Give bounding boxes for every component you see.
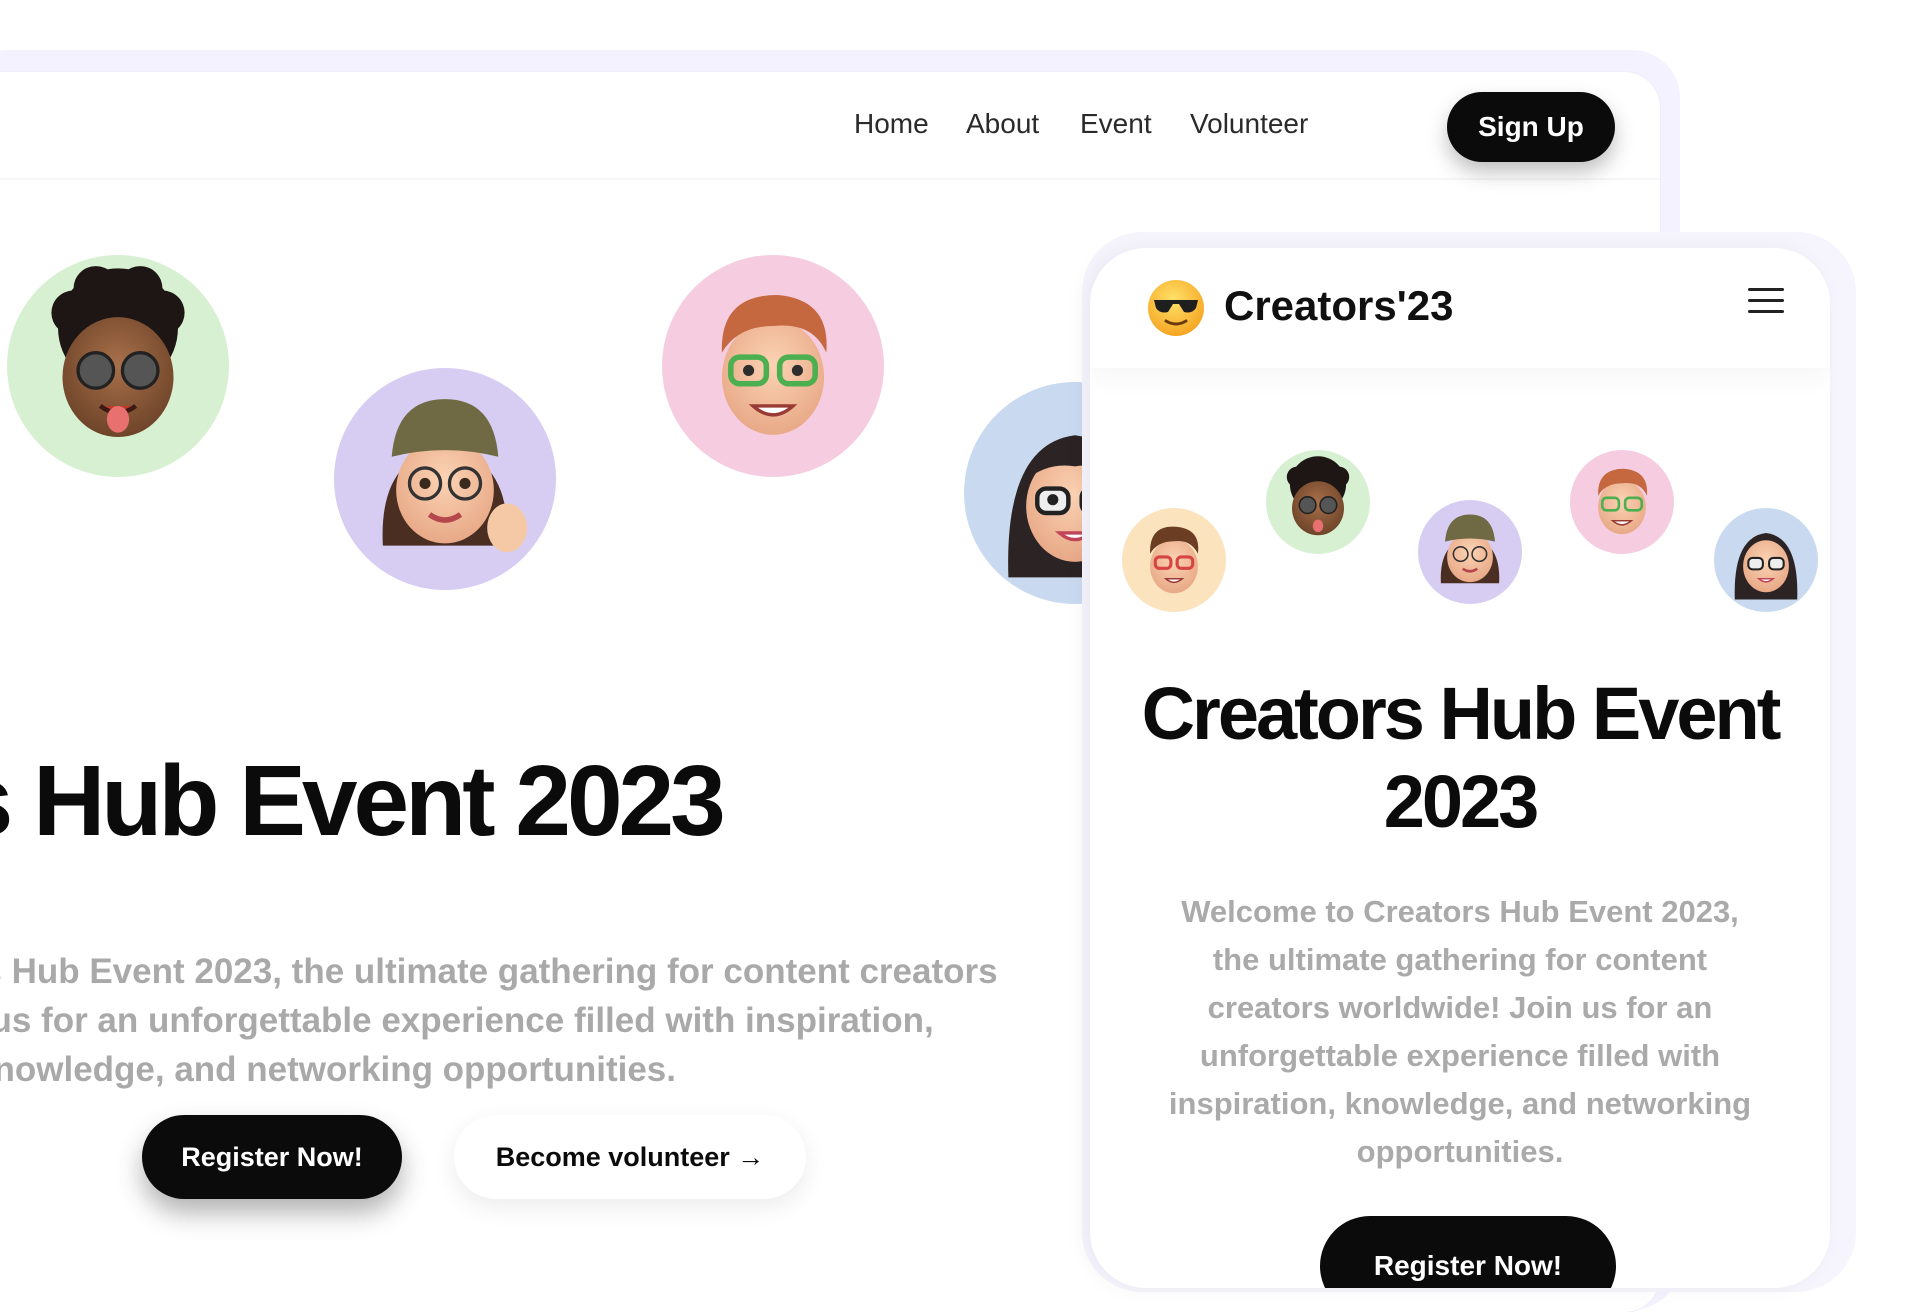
nav-link-about[interactable]: About	[966, 108, 1039, 140]
sunglasses-emoji-icon	[1146, 278, 1206, 338]
mobile-mockup: Creators'23 Creators Hub Event 2023 Welc…	[1090, 248, 1830, 1288]
hero-title: Creators Hub Event 2023	[0, 745, 726, 857]
desktop-navbar: Home About Event Volunteer Sign Up	[0, 72, 1660, 180]
signup-button[interactable]: Sign Up	[1447, 92, 1615, 162]
red-hair-green-glasses-avatar	[662, 255, 884, 477]
nav-link-event[interactable]: Event	[1080, 108, 1152, 140]
nav-link-home[interactable]: Home	[854, 108, 929, 140]
curly-hair-sunglasses-avatar	[7, 255, 229, 477]
become-volunteer-button[interactable]: Become volunteer →	[454, 1115, 806, 1199]
nav-link-volunteer[interactable]: Volunteer	[1190, 108, 1308, 140]
brand-name: Creators'23	[1224, 282, 1454, 329]
hero-description: Welcome to Creators Hub Event 2023, the …	[0, 952, 998, 1089]
mobile-long-hair-glasses-avatar	[1714, 508, 1818, 612]
beanie-glasses-avatar	[334, 368, 556, 590]
mobile-header: Creators'23	[1090, 248, 1830, 368]
mobile-register-button[interactable]: Register Now!	[1320, 1216, 1616, 1288]
mobile-red-hair-green-glasses-avatar	[1570, 450, 1674, 554]
hamburger-menu-icon[interactable]	[1748, 288, 1784, 318]
mobile-curly-hair-sunglasses-avatar	[1266, 450, 1370, 554]
mobile-beanie-glasses-avatar	[1418, 500, 1522, 604]
register-now-button[interactable]: Register Now!	[142, 1115, 402, 1199]
mobile-hero-title: Creators Hub Event 2023	[1141, 672, 1782, 843]
mobile-hero-description: Welcome to Creators Hub Event 2023, the …	[1168, 894, 1752, 1169]
brown-hair-red-glasses-avatar	[1122, 508, 1226, 612]
